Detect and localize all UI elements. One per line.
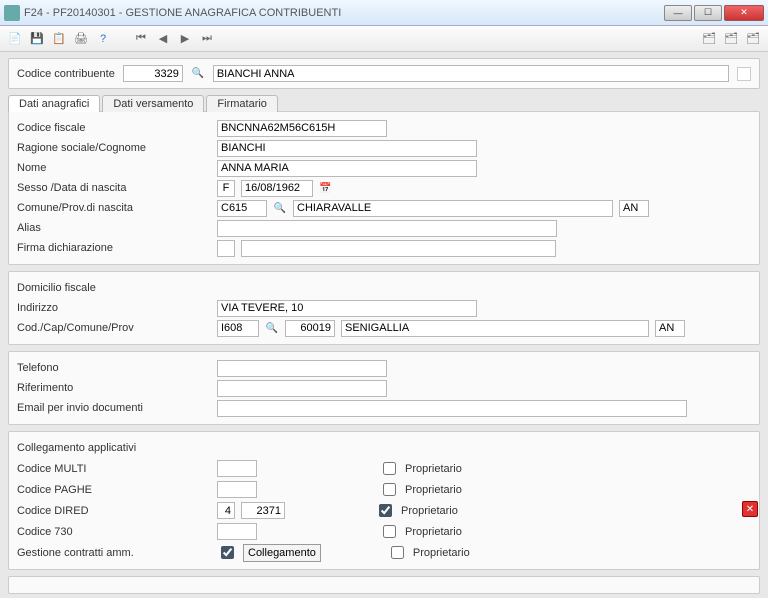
domicilio-panel: Domicilio fiscale Indirizzo Cod./Cap/Com… [8, 271, 760, 345]
firma-dich-label: Firma dichiarazione [17, 242, 217, 254]
app-icon [4, 5, 20, 21]
dom-cod-input[interactable] [217, 320, 259, 337]
titlebar: F24 - PF20140301 - GESTIONE ANAGRAFICA C… [0, 0, 768, 26]
new-icon[interactable]: 📄 [6, 30, 24, 48]
proprietario-paghe-checkbox[interactable] [383, 483, 396, 496]
blank-icon [737, 67, 751, 81]
save-icon[interactable]: 💾 [28, 30, 46, 48]
indirizzo-label: Indirizzo [17, 302, 217, 314]
codice-multi-input[interactable] [217, 460, 257, 477]
sesso-data-label: Sesso /Data di nascita [17, 182, 217, 194]
codice-contribuente-input[interactable] [123, 65, 183, 82]
indirizzo-input[interactable] [217, 300, 477, 317]
contatti-panel: Telefono Riferimento Email per invio doc… [8, 351, 760, 425]
codice-730-input[interactable] [217, 523, 257, 540]
codice-paghe-label: Codice PAGHE [17, 484, 217, 496]
tool-b-icon[interactable]: 🗂 [722, 30, 740, 48]
codice-fiscale-label: Codice fiscale [17, 122, 217, 134]
collegamento-button[interactable]: Collegamento [243, 544, 321, 562]
window-title: F24 - PF20140301 - GESTIONE ANAGRAFICA C… [24, 7, 624, 19]
sesso-input[interactable] [217, 180, 235, 197]
next-record-icon[interactable]: ▶ [176, 30, 194, 48]
gestione-contratti-checkbox[interactable] [221, 546, 234, 559]
footer-panel [8, 576, 760, 594]
telefono-label: Telefono [17, 362, 217, 374]
last-record-icon[interactable]: ⏭ [198, 30, 216, 48]
email-input[interactable] [217, 400, 687, 417]
gestione-contratti-label: Gestione contratti amm. [17, 547, 217, 559]
lookup-icon[interactable]: 🔍 [265, 321, 279, 335]
codice-730-label: Codice 730 [17, 526, 217, 538]
nome-label: Nome [17, 162, 217, 174]
close-button[interactable]: ✕ [724, 5, 764, 21]
cognome-input[interactable] [217, 140, 477, 157]
proprietario-label: Proprietario [405, 526, 462, 538]
codice-dired-b-input[interactable] [241, 502, 285, 519]
calendar-icon[interactable]: 📅 [319, 183, 331, 194]
alias-label: Alias [17, 222, 217, 234]
comune-nascita-input[interactable] [293, 200, 613, 217]
tab-dati-anagrafici[interactable]: Dati anagrafici [8, 95, 100, 112]
collegamento-title: Collegamento applicativi [17, 442, 217, 454]
tab-dati-versamento[interactable]: Dati versamento [102, 95, 204, 112]
status-close-icon[interactable]: ✕ [742, 501, 758, 517]
proprietario-730-checkbox[interactable] [383, 525, 396, 538]
toolbar: 📄 💾 📋 🖨 ? ⏮ ◀ ▶ ⏭ 🗂 🗂 🗂 [0, 26, 768, 52]
domicilio-title: Domicilio fiscale [17, 282, 217, 294]
riferimento-input[interactable] [217, 380, 387, 397]
dom-prov-input[interactable] [655, 320, 685, 337]
lookup-icon[interactable]: 🔍 [191, 67, 205, 81]
codice-contribuente-label: Codice contribuente [17, 68, 115, 80]
first-record-icon[interactable]: ⏮ [132, 30, 150, 48]
maximize-button[interactable]: ☐ [694, 5, 722, 21]
proprietario-label: Proprietario [405, 484, 462, 496]
header-panel: Codice contribuente 🔍 [8, 58, 760, 89]
data-nascita-input[interactable] [241, 180, 313, 197]
proprietario-gest-checkbox[interactable] [391, 546, 404, 559]
codice-dired-label: Codice DIRED [17, 505, 217, 517]
dom-comune-input[interactable] [341, 320, 649, 337]
print-icon[interactable]: 🖨 [72, 30, 90, 48]
proprietario-dired-checkbox[interactable] [379, 504, 392, 517]
proprietario-label: Proprietario [405, 463, 462, 475]
cod-cap-comune-label: Cod./Cap/Comune/Prov [17, 322, 217, 334]
codice-dired-a-input[interactable] [217, 502, 235, 519]
nome-input[interactable] [217, 160, 477, 177]
nome-display-input[interactable] [213, 65, 729, 82]
proprietario-multi-checkbox[interactable] [383, 462, 396, 475]
tab-firmatario[interactable]: Firmatario [206, 95, 278, 112]
tool-a-icon[interactable]: 🗂 [700, 30, 718, 48]
riferimento-label: Riferimento [17, 382, 217, 394]
copy-icon[interactable]: 📋 [50, 30, 68, 48]
codice-multi-label: Codice MULTI [17, 463, 217, 475]
firma-dich-code-input[interactable] [217, 240, 235, 257]
codice-fiscale-input[interactable] [217, 120, 387, 137]
collegamento-panel: Collegamento applicativi Codice MULTI Pr… [8, 431, 760, 570]
firma-dich-text-input[interactable] [241, 240, 556, 257]
codice-paghe-input[interactable] [217, 481, 257, 498]
proprietario-label: Proprietario [401, 505, 458, 517]
help-icon[interactable]: ? [94, 30, 112, 48]
minimize-button[interactable]: — [664, 5, 692, 21]
anagrafici-panel: Codice fiscale Ragione sociale/Cognome N… [8, 111, 760, 265]
lookup-icon[interactable]: 🔍 [273, 201, 287, 215]
dom-cap-input[interactable] [285, 320, 335, 337]
cognome-label: Ragione sociale/Cognome [17, 142, 217, 154]
proprietario-label: Proprietario [413, 547, 470, 559]
email-label: Email per invio documenti [17, 402, 217, 414]
comune-nascita-cod-input[interactable] [217, 200, 267, 217]
tabs: Dati anagrafici Dati versamento Firmatar… [8, 95, 760, 112]
prev-record-icon[interactable]: ◀ [154, 30, 172, 48]
alias-input[interactable] [217, 220, 557, 237]
comune-nascita-label: Comune/Prov.di nascita [17, 202, 217, 214]
prov-nascita-input[interactable] [619, 200, 649, 217]
tool-c-icon[interactable]: 🗂 [744, 30, 762, 48]
telefono-input[interactable] [217, 360, 387, 377]
